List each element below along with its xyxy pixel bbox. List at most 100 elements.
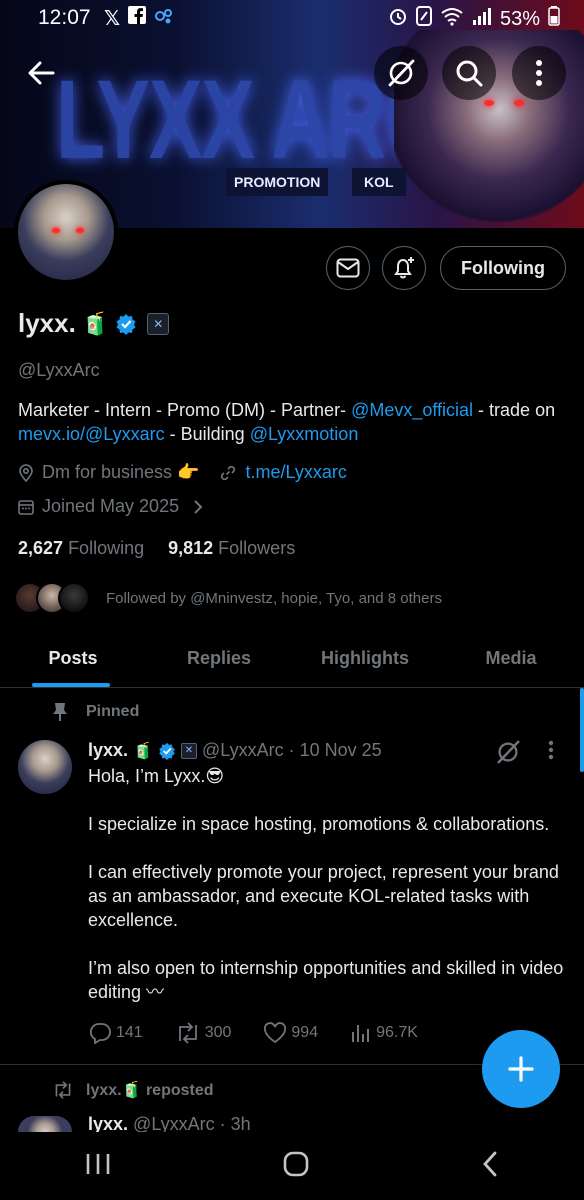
- tab-highlights[interactable]: Highlights: [292, 630, 438, 687]
- scrollbar-thumb[interactable]: [580, 688, 584, 772]
- tab-posts[interactable]: Posts: [0, 630, 146, 687]
- like-button[interactable]: 994: [263, 1022, 318, 1044]
- followed-by-text: Followed by @Mninvestz, hopie, Tyo, and …: [106, 589, 442, 607]
- heart-icon: [264, 1022, 287, 1044]
- post-author-name[interactable]: lyxx.: [88, 1116, 128, 1132]
- banner-tag-kol: KOL: [352, 168, 406, 196]
- search-icon: [456, 60, 483, 87]
- profile-name: lyxx.: [18, 308, 76, 338]
- post-handle-date: @LyxxArc · 10 Nov 25: [201, 740, 382, 760]
- alarm-icon: [388, 6, 408, 32]
- affiliate-badge-icon[interactable]: ✕: [147, 312, 170, 335]
- facebook-icon: [128, 6, 147, 32]
- repost-icon: [55, 1081, 71, 1099]
- drink-emoji-icon: 🧃: [81, 310, 110, 336]
- views-button[interactable]: 96.7K: [350, 1022, 418, 1044]
- drink-emoji-icon: 🧃: [133, 742, 153, 760]
- banner-character-eye: [514, 100, 524, 106]
- location-pin-icon: [19, 463, 33, 482]
- chevron-right-icon: [194, 499, 203, 514]
- back-button[interactable]: [14, 46, 68, 100]
- wifi-icon: [440, 6, 464, 32]
- calendar-icon: [18, 499, 34, 515]
- mention-mevx[interactable]: @Mevx_official: [351, 400, 473, 420]
- sync-icon: [154, 6, 174, 32]
- back-arrow-icon: [28, 61, 55, 85]
- post-handle-date: @LyxxArc · 3h: [133, 1116, 251, 1132]
- verified-badge-icon: [159, 742, 175, 760]
- following-count-link[interactable]: 2,627 Following: [18, 538, 144, 559]
- banner-tag-promotion: PROMOTION: [226, 168, 329, 196]
- recent-apps-icon: [87, 1153, 110, 1174]
- reply-button[interactable]: 141: [88, 1022, 143, 1044]
- avatar-eye: [52, 228, 60, 233]
- home-icon: [283, 1151, 309, 1176]
- profile-joined-row[interactable]: Joined May 2025: [18, 496, 203, 517]
- status-bar: 12:07 𝕏 53%: [0, 0, 584, 36]
- message-button[interactable]: [326, 246, 370, 290]
- compose-post-button[interactable]: [482, 1030, 560, 1108]
- views-chart-icon: [352, 1025, 370, 1042]
- profile-joined: Joined May 2025: [42, 496, 180, 516]
- x-logo-icon: 𝕏: [104, 8, 121, 30]
- profile-website[interactable]: t.me/Lyxxarc: [245, 462, 346, 483]
- system-back-button[interactable]: [481, 1150, 499, 1183]
- more-options-button[interactable]: [512, 46, 566, 100]
- more-vertical-icon: [536, 60, 542, 86]
- profile-handle: @LyxxArc: [18, 360, 100, 380]
- post-more-button[interactable]: [548, 740, 554, 766]
- tab-replies[interactable]: Replies: [146, 630, 292, 687]
- profile-tabs: Posts Replies Highlights Media: [0, 630, 584, 688]
- status-time: 12:07: [38, 6, 91, 29]
- link-icon: [221, 465, 236, 480]
- profile-location: Dm for business 👉: [42, 462, 200, 482]
- post-author-avatar[interactable]: [18, 740, 72, 794]
- chevron-left-icon: [482, 1151, 497, 1176]
- bio-link[interactable]: mevx.io/@Lyxxarc: [18, 424, 165, 444]
- post-author-avatar[interactable]: [18, 1116, 72, 1132]
- banner-character-eye: [484, 100, 494, 106]
- grok-icon: [388, 59, 415, 87]
- notifications-button[interactable]: [382, 246, 426, 290]
- system-navigation-bar: [0, 1132, 584, 1200]
- verified-badge-icon[interactable]: [115, 313, 137, 335]
- profile-meta-row: Dm for business 👉 t.me/Lyxxarc: [18, 462, 347, 483]
- mention-lyxxmotion[interactable]: @Lyxxmotion: [250, 424, 359, 444]
- repost-icon: [178, 1022, 197, 1044]
- reply-icon: [89, 1023, 111, 1044]
- signal-icon: [472, 6, 492, 32]
- following-button[interactable]: Following: [440, 246, 566, 290]
- recent-apps-button[interactable]: [85, 1152, 111, 1181]
- plus-icon: [508, 1056, 534, 1082]
- post-header: lyxx. 🧃 ✕ @LyxxArc · 10 Nov 25: [88, 740, 382, 761]
- envelope-icon: [336, 258, 360, 278]
- search-button[interactable]: [442, 46, 496, 100]
- nfc-icon: [415, 6, 432, 32]
- avatar-eye: [76, 228, 84, 233]
- profile-name-row: lyxx. 🧃 ✕: [18, 308, 170, 339]
- grok-button[interactable]: [374, 46, 428, 100]
- more-vertical-icon: [548, 740, 554, 760]
- repost-label: lyxx.🧃 reposted: [86, 1082, 214, 1099]
- pinned-indicator: Pinned: [52, 702, 139, 722]
- pin-icon: [53, 703, 67, 721]
- follower-avatar: [58, 582, 90, 614]
- grok-icon: [497, 740, 520, 764]
- post-header: lyxx. @LyxxArc · 3h: [88, 1116, 251, 1132]
- repost-indicator: lyxx.🧃 reposted: [52, 1080, 214, 1100]
- home-button[interactable]: [282, 1150, 310, 1183]
- post-author-name[interactable]: lyxx.: [88, 740, 128, 761]
- post-text[interactable]: Hola, I’m Lyxx.😎 I specialize in space h…: [88, 764, 568, 1004]
- affiliate-badge-icon: ✕: [180, 742, 197, 759]
- followers-count-link[interactable]: 9,812 Followers: [168, 538, 295, 559]
- battery-text: 53%: [499, 7, 540, 30]
- profile-avatar[interactable]: [14, 180, 118, 284]
- battery-icon: [548, 6, 560, 32]
- repost-button[interactable]: 300: [175, 1022, 231, 1044]
- tab-media[interactable]: Media: [438, 630, 584, 687]
- followed-by-row[interactable]: Followed by @Mninvestz, hopie, Tyo, and …: [14, 582, 442, 614]
- bell-plus-icon: [394, 257, 414, 279]
- follow-counts: 2,627 Following 9,812 Followers: [18, 538, 295, 559]
- pinned-label: Pinned: [86, 703, 140, 720]
- post-actions: 141 300 994 96.7K: [88, 1022, 558, 1044]
